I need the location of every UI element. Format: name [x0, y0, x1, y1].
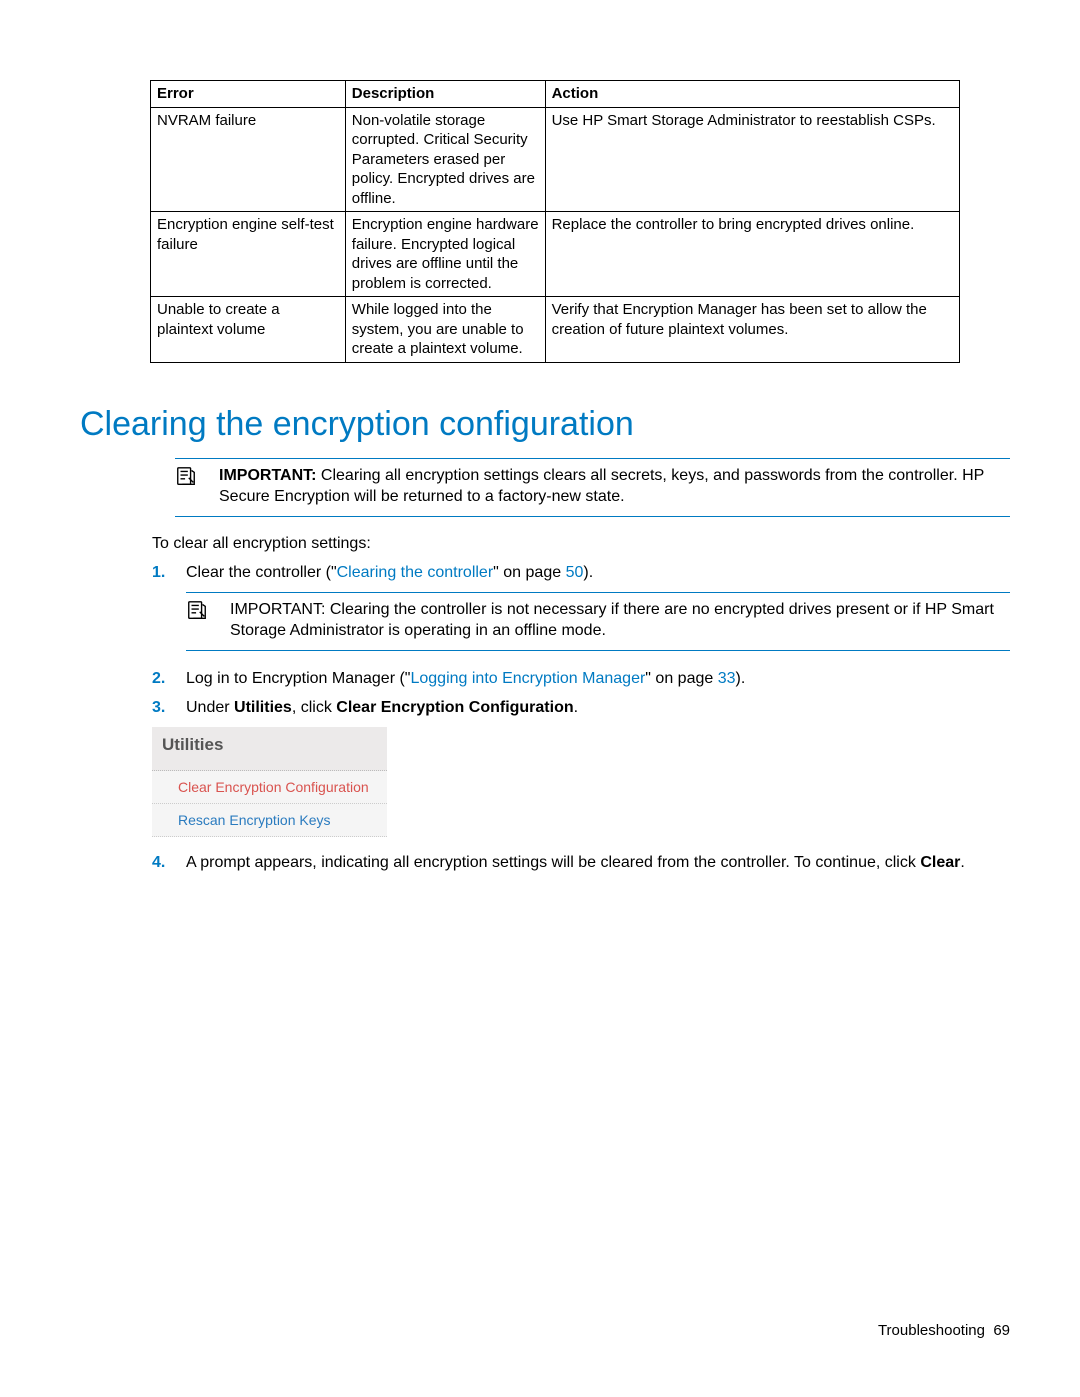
cell-action: Verify that Encryption Manager has been …	[545, 297, 959, 363]
step-2: 2. Log in to Encryption Manager ("Loggin…	[152, 667, 1010, 690]
xref-page-50[interactable]: 50	[566, 564, 584, 581]
step-text: Clear the controller ("	[186, 564, 337, 581]
step-3: 3. Under Utilities, click Clear Encrypti…	[152, 696, 1010, 719]
xref-clearing-controller[interactable]: Clearing the controller	[337, 564, 494, 581]
step-number: 4.	[152, 851, 186, 874]
important-text: Clearing the controller is not necessary…	[230, 601, 994, 640]
important-icon	[186, 599, 230, 642]
intro-text: To clear all encryption settings:	[152, 535, 1010, 553]
step-text: , click	[292, 699, 336, 716]
important-label: IMPORTANT:	[230, 601, 325, 618]
step-text: .	[960, 854, 964, 871]
steps-list-cont: 4. A prompt appears, indicating all encr…	[152, 851, 1010, 874]
utilities-bold: Utilities	[234, 699, 292, 716]
step-1: 1. Clear the controller ("Clearing the c…	[152, 561, 1010, 661]
cell-error: Unable to create a plaintext volume	[151, 297, 346, 363]
step-number: 2.	[152, 667, 186, 690]
cell-action: Use HP Smart Storage Administrator to re…	[545, 107, 959, 212]
step-text: ).	[583, 564, 593, 581]
section-heading: Clearing the encryption configuration	[80, 405, 1010, 444]
table-row: Unable to create a plaintext volume Whil…	[151, 297, 960, 363]
step-text: .	[574, 699, 578, 716]
footer-page: 69	[993, 1322, 1010, 1339]
rescan-encryption-keys-link[interactable]: Rescan Encryption Keys	[152, 804, 387, 837]
step-text: A prompt appears, indicating all encrypt…	[186, 854, 920, 871]
table-row: Encryption engine self-test failure Encr…	[151, 212, 960, 297]
cell-desc: Non-volatile storage corrupted. Critical…	[345, 107, 545, 212]
cell-desc: Encryption engine hardware failure. Encr…	[345, 212, 545, 297]
footer-section: Troubleshooting	[878, 1322, 985, 1339]
cell-action: Replace the controller to bring encrypte…	[545, 212, 959, 297]
step-text: ).	[736, 670, 746, 687]
col-action: Action	[545, 81, 959, 108]
cell-error: Encryption engine self-test failure	[151, 212, 346, 297]
utilities-heading: Utilities	[152, 727, 387, 771]
clear-bold: Clear	[920, 854, 960, 871]
important-callout: IMPORTANT: Clearing the controller is no…	[186, 592, 1010, 651]
steps-list: 1. Clear the controller ("Clearing the c…	[152, 561, 1010, 720]
step-number: 3.	[152, 696, 186, 719]
clear-config-bold: Clear Encryption Configuration	[336, 699, 573, 716]
step-text: Log in to Encryption Manager ("	[186, 670, 410, 687]
important-icon	[175, 465, 219, 508]
step-text: " on page	[493, 564, 565, 581]
xref-logging-encryption-manager[interactable]: Logging into Encryption Manager	[410, 670, 645, 687]
clear-encryption-configuration-link[interactable]: Clear Encryption Configuration	[152, 771, 387, 804]
step-4: 4. A prompt appears, indicating all encr…	[152, 851, 1010, 874]
cell-desc: While logged into the system, you are un…	[345, 297, 545, 363]
col-description: Description	[345, 81, 545, 108]
important-callout: IMPORTANT: Clearing all encryption setti…	[175, 458, 1010, 517]
col-error: Error	[151, 81, 346, 108]
utilities-panel: Utilities Clear Encryption Configuration…	[152, 727, 387, 837]
step-text: " on page	[645, 670, 717, 687]
table-row: NVRAM failure Non-volatile storage corru…	[151, 107, 960, 212]
page-footer: Troubleshooting 69	[878, 1322, 1010, 1339]
xref-page-33[interactable]: 33	[718, 670, 736, 687]
step-number: 1.	[152, 561, 186, 661]
error-table: Error Description Action NVRAM failure N…	[150, 80, 960, 363]
important-label: IMPORTANT:	[219, 467, 316, 484]
cell-error: NVRAM failure	[151, 107, 346, 212]
step-text: Under	[186, 699, 234, 716]
important-text: Clearing all encryption settings clears …	[219, 467, 984, 506]
